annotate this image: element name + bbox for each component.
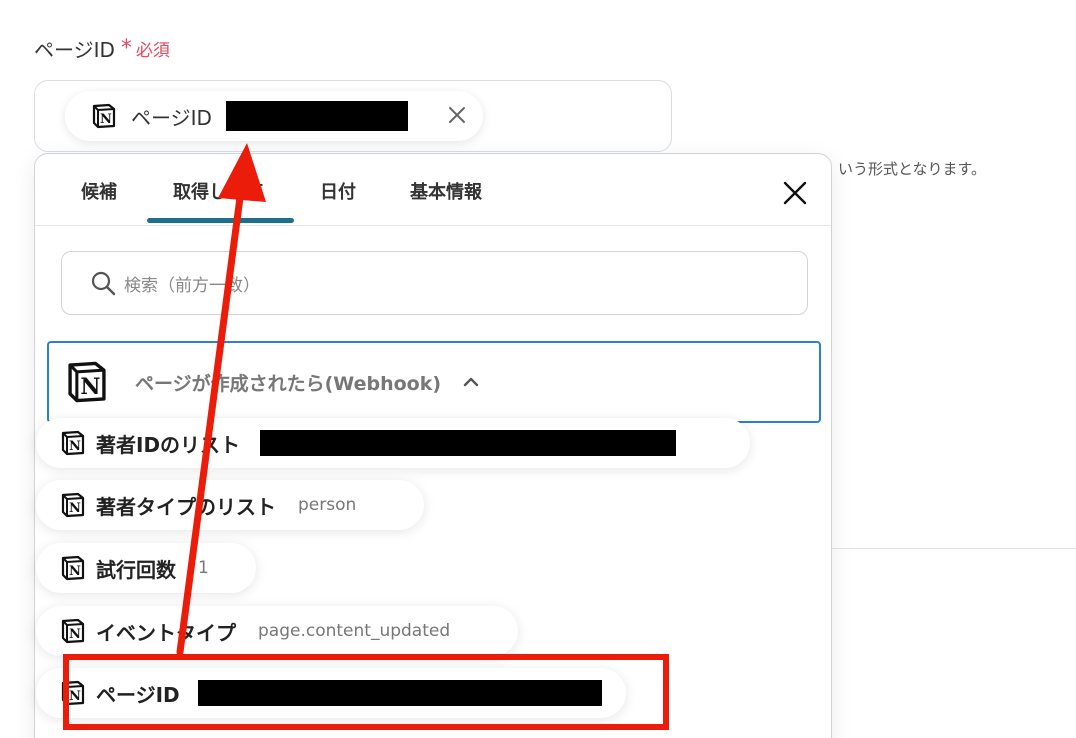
svg-text:N: N — [100, 112, 112, 127]
remove-chip-icon[interactable] — [445, 103, 469, 127]
notion-logo-icon: N — [61, 555, 85, 581]
notion-logo-icon: N — [92, 103, 116, 129]
chevron-up-icon — [463, 377, 479, 387]
trigger-group-header[interactable]: N ページが作成されたら(Webhook) — [47, 341, 821, 423]
field-hint-text: いう形式となります。 — [838, 160, 987, 178]
redacted-value — [225, 101, 408, 131]
required-star-icon: * — [120, 35, 132, 61]
search-icon — [91, 271, 116, 296]
list-item[interactable]: N 試行回数 1 — [36, 543, 256, 593]
active-tab-indicator — [147, 218, 294, 223]
item-value: 1 — [198, 558, 209, 578]
tab-candidates[interactable]: 候補 — [81, 178, 117, 204]
item-label: 著者IDのリスト — [96, 432, 241, 457]
field-label: ページID * 必須 — [34, 34, 170, 63]
item-label: イベントタイプ — [96, 620, 236, 645]
redacted-value — [260, 430, 677, 456]
list-item[interactable]: N 著者IDのリスト — [36, 418, 750, 468]
svg-text:N: N — [69, 627, 81, 642]
page-id-field[interactable]: N ページID — [34, 80, 672, 152]
selected-value-chip[interactable]: N ページID — [65, 91, 483, 141]
tab-basic-info[interactable]: 基本情報 — [410, 178, 482, 204]
svg-text:N: N — [69, 439, 81, 454]
svg-text:N: N — [80, 374, 100, 400]
divider — [832, 548, 1076, 549]
search-placeholder: 検索（前方一致） — [124, 275, 260, 296]
chip-label: ページID — [131, 105, 212, 130]
search-input[interactable]: 検索（前方一致） — [61, 251, 808, 315]
item-label: 著者タイプのリスト — [96, 494, 276, 519]
svg-text:N: N — [69, 501, 81, 516]
group-title: ページが作成されたら(Webhook) — [135, 372, 442, 395]
notion-logo-icon: N — [61, 492, 85, 518]
notion-logo-icon: N — [61, 430, 85, 456]
annotation-highlight-box — [63, 654, 669, 730]
item-value: page.content_updated — [258, 621, 451, 641]
list-item[interactable]: N イベントタイプ page.content_updated — [36, 606, 518, 656]
list-item[interactable]: N 著者タイプのリスト person — [36, 480, 424, 530]
required-text: 必須 — [135, 41, 170, 61]
svg-text:N: N — [69, 564, 81, 579]
field-label-text: ページID — [34, 38, 115, 62]
tab-retrieved-values[interactable]: 取得した値 — [173, 178, 263, 204]
item-value: person — [298, 495, 357, 515]
close-icon[interactable] — [782, 180, 808, 206]
notion-logo-icon: N — [61, 618, 85, 644]
tab-bar: 候補 取得した値 日付 基本情報 — [35, 154, 831, 226]
item-label: 試行回数 — [96, 557, 176, 582]
tab-date[interactable]: 日付 — [320, 178, 356, 204]
notion-logo-icon: N — [68, 361, 106, 403]
